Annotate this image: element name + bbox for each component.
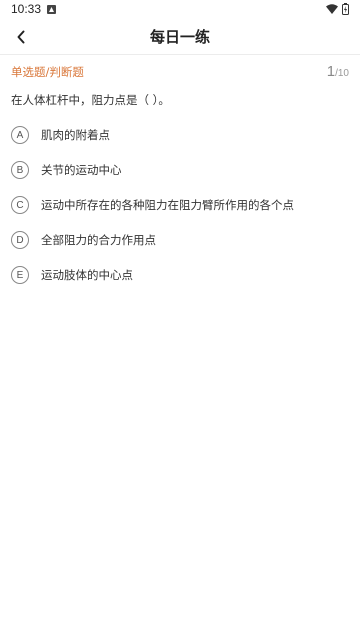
option-letter: E <box>11 266 29 284</box>
battery-icon <box>342 3 349 15</box>
option-e[interactable]: E 运动肢体的中心点 <box>11 265 341 285</box>
question-progress: 1/10 <box>327 63 349 81</box>
progress-total: /10 <box>335 68 349 79</box>
option-letter: D <box>11 231 29 249</box>
option-b[interactable]: B 关节的运动中心 <box>11 160 341 180</box>
option-c[interactable]: C 运动中所存在的各种阻力在阻力臂所作用的各个点 <box>11 195 341 215</box>
wifi-icon <box>326 4 338 14</box>
status-time: 10:33 <box>11 2 42 16</box>
option-a[interactable]: A 肌肉的附着点 <box>11 125 341 145</box>
status-bar: 10:33 <box>0 0 360 20</box>
question-type-label: 单选题/判断题 <box>11 65 84 79</box>
question-text: 在人体杠杆中，阻力点是（ ）。 <box>11 93 170 107</box>
option-d[interactable]: D 全部阻力的合力作用点 <box>11 230 341 250</box>
option-letter: C <box>11 196 29 214</box>
option-letter: A <box>11 126 29 144</box>
option-text: 肌肉的附着点 <box>41 128 110 142</box>
option-text: 全部阻力的合力作用点 <box>41 233 156 247</box>
option-text: 运动中所存在的各种阻力在阻力臂所作用的各个点 <box>41 198 294 212</box>
option-letter: B <box>11 161 29 179</box>
notification-icon <box>47 5 56 14</box>
header: 每日一练 <box>0 20 360 55</box>
page-title: 每日一练 <box>149 28 210 46</box>
option-text: 关节的运动中心 <box>41 163 122 177</box>
option-text: 运动肢体的中心点 <box>41 268 133 282</box>
progress-current: 1 <box>326 63 336 80</box>
